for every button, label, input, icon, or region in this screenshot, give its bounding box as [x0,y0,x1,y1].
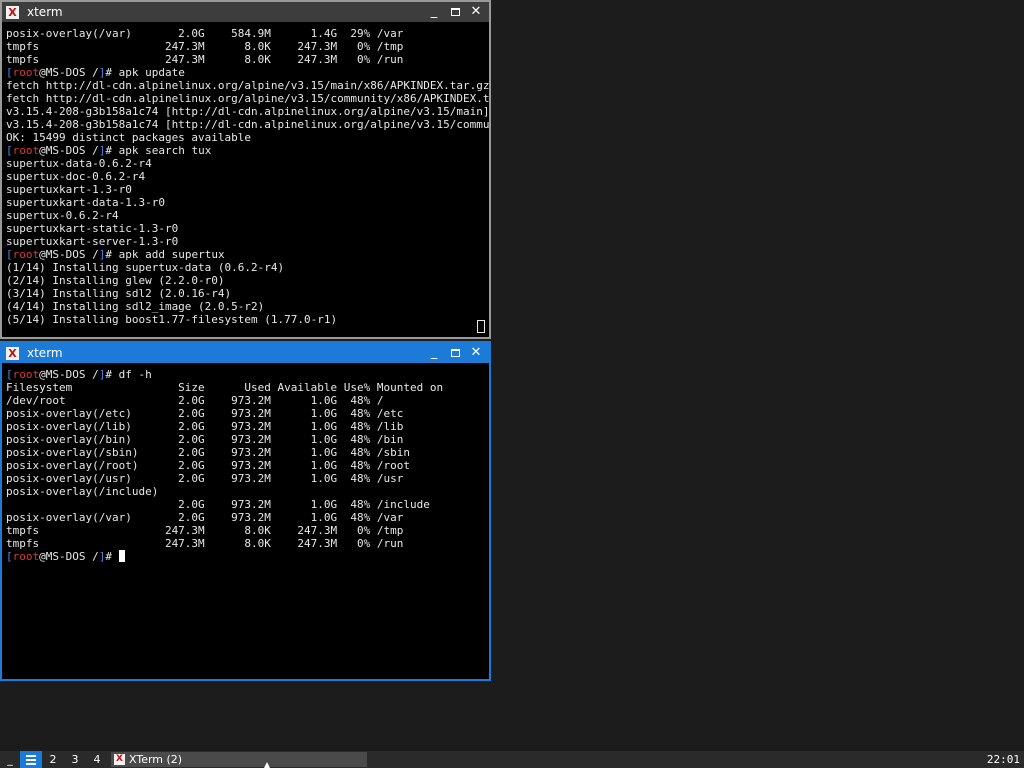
terminal-line: v3.15.4-208-g3b158a1c74 [http://dl-cdn.a… [6,105,489,118]
terminal-line: tmpfs 247.3M 8.0K 247.3M 0% /run [6,537,404,550]
prompt-host: @MS-DOS / [39,368,99,381]
terminal-line: [root@MS-DOS /]# apk update [6,66,185,79]
terminal-line: tmpfs 247.3M 8.0K 247.3M 0% /tmp [6,40,404,53]
close-button[interactable]: ✕ [467,4,485,20]
xterm-app-icon: X [114,754,125,765]
maximize-icon [450,349,460,357]
terminal-line: [root@MS-DOS /]# apk search tux [6,144,212,157]
prompt-host: @MS-DOS / [39,66,99,79]
terminal-output[interactable]: posix-overlay(/var) 2.0G 584.9M 1.4G 29%… [2,22,489,328]
taskbar: _ 2 3 4 X XTerm (2) 22:01 [0,751,1024,768]
prompt-host: @MS-DOS / [39,144,99,157]
terminal-line: 2.0G 973.2M 1.0G 48% /include [6,498,430,511]
terminal-line: Filesystem Size Used Available Use% Moun… [6,381,444,394]
prompt-command: # apk search tux [105,144,212,157]
prompt-user: root [12,66,40,79]
terminal-cursor [118,550,125,562]
terminal-line: [root@MS-DOS /]# [6,550,485,563]
terminal-output[interactable]: [root@MS-DOS /]# df -h Filesystem Size Us… [2,363,489,680]
window-title: xterm [27,346,63,360]
terminal-line: supertux-data-0.6.2-r4 [6,157,152,170]
xterm-app-icon[interactable]: X [6,5,19,19]
titlebar[interactable]: X xterm _ ✕ [2,343,489,363]
terminal-line: (1/14) Installing supertux-data (0.6.2-r… [6,261,285,274]
taskbar-task-xterm[interactable]: X XTerm (2) [111,752,367,767]
terminal-line: posix-overlay(/lib) 2.0G 973.2M 1.0G 48%… [6,420,404,433]
terminal-line: supertuxkart-server-1.3-r0 [6,235,179,248]
maximize-icon [450,8,460,16]
terminal-line: (3/14) Installing sdl2 (2.0.16-r4) [6,287,232,300]
terminal-line: /dev/root 2.0G 973.2M 1.0G 48% / [6,394,384,407]
terminal-line: posix-overlay(/var) 2.0G 584.9M 1.4G 29%… [6,27,404,40]
window-title: xterm [27,5,63,19]
terminal-line: [root@MS-DOS /]# df -h [6,368,152,381]
prompt-command: # [105,550,119,563]
terminal-line: supertuxkart-data-1.3-r0 [6,196,165,209]
mouse-pointer-icon [264,762,270,768]
close-button[interactable]: ✕ [467,345,485,361]
terminal-line: OK: 15499 distinct packages available [6,131,252,144]
terminal-line: (4/14) Installing sdl2_image (2.0.5-r2) [6,300,265,313]
terminal-line: supertuxkart-1.3-r0 [6,183,132,196]
terminal-line: (2/14) Installing glew (2.2.0-r0) [6,274,225,287]
workspace-3-button[interactable]: 3 [64,751,86,768]
clock: 22:01 [986,753,1020,766]
terminal-line: 96% ####################################… [6,326,485,328]
terminal-cursor [477,320,485,333]
terminal-line: posix-overlay(/etc) 2.0G 973.2M 1.0G 48%… [6,407,404,420]
prompt-user: root [12,550,40,563]
prompt-user: root [12,144,40,157]
titlebar[interactable]: X xterm _ ✕ [2,2,489,22]
terminal-line: [root@MS-DOS /]# apk add supertux [6,248,225,261]
maximize-button[interactable] [446,345,464,361]
terminal-line: posix-overlay(/include) [6,485,159,498]
workspace-4-button[interactable]: 4 [86,751,108,768]
prompt-host: @MS-DOS / [39,550,99,563]
terminal-line: supertux-0.6.2-r4 [6,209,119,222]
prompt-command: # apk add supertux [105,248,225,261]
terminal-line: posix-overlay(/var) 2.0G 973.2M 1.0G 48%… [6,511,404,524]
terminal-line: tmpfs 247.3M 8.0K 247.3M 0% /tmp [6,524,404,537]
terminal-line: posix-overlay(/root) 2.0G 973.2M 1.0G 48… [6,459,410,472]
start-menu-button[interactable]: _ [0,751,20,768]
terminal-line: posix-overlay(/usr) 2.0G 973.2M 1.0G 48%… [6,472,404,485]
maximize-button[interactable] [446,4,464,20]
terminal-line: supertuxkart-static-1.3-r0 [6,222,179,235]
prompt-command: # apk update [105,66,185,79]
terminal-line: posix-overlay(/bin) 2.0G 973.2M 1.0G 48%… [6,433,404,446]
terminal-line: supertux-doc-0.6.2-r4 [6,170,146,183]
xterm-app-icon[interactable]: X [6,346,19,360]
prompt-host: @MS-DOS / [39,248,99,261]
terminal-line: tmpfs 247.3M 8.0K 247.3M 0% /run [6,53,404,66]
desktop: X xterm _ ✕ posix-overlay(/var) 2.0G 584… [0,0,1024,768]
prompt-user: root [12,248,40,261]
workspace-1-button[interactable] [20,751,42,768]
workspace-list-icon [26,754,36,765]
terminal-line: posix-overlay(/sbin) 2.0G 973.2M 1.0G 48… [6,446,410,459]
terminal-line: fetch http://dl-cdn.alpinelinux.org/alpi… [6,92,489,105]
workspace-2-button[interactable]: 2 [42,751,64,768]
xterm-window-bottom[interactable]: X xterm _ ✕ [root@MS-DOS /]# df -h Filesy… [0,341,491,681]
xterm-window-top[interactable]: X xterm _ ✕ posix-overlay(/var) 2.0G 584… [0,0,491,339]
prompt-user: root [12,368,40,381]
terminal-line: (5/14) Installing boost1.77-filesystem (… [6,313,338,326]
terminal-line: fetch http://dl-cdn.alpinelinux.org/alpi… [6,79,489,92]
minimize-button[interactable]: _ [425,4,443,20]
prompt-command: # df -h [105,368,152,381]
task-label: XTerm (2) [129,753,183,766]
minimize-button[interactable]: _ [425,345,443,361]
terminal-line: v3.15.4-208-g3b158a1c74 [http://dl-cdn.a… [6,118,489,131]
